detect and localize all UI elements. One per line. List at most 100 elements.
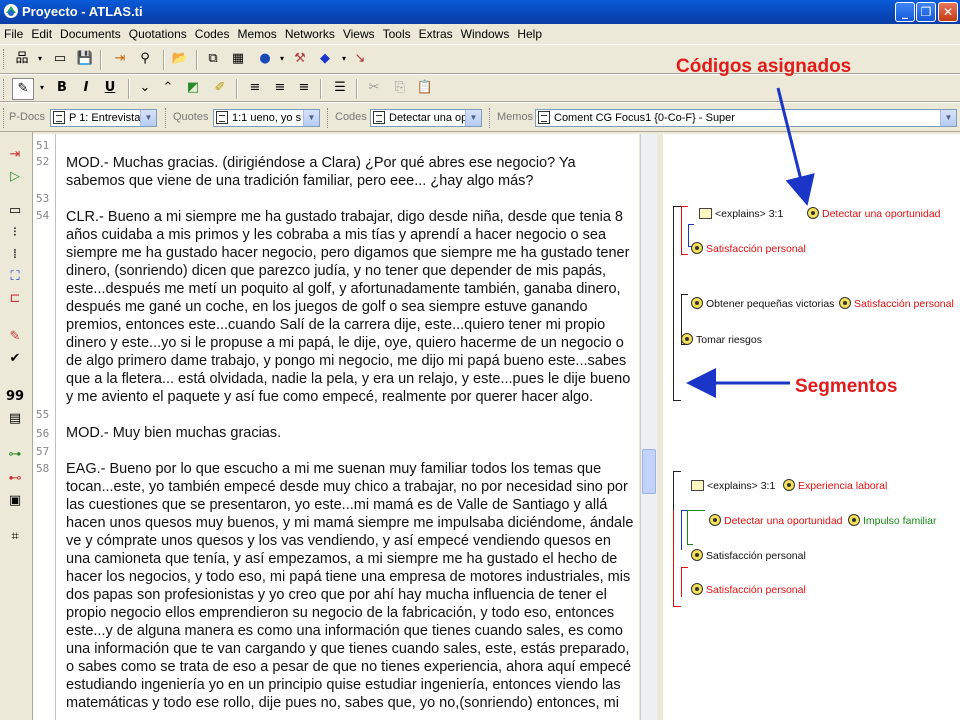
- close-button[interactable]: ✕: [938, 2, 958, 22]
- memo-explains-2[interactable]: <explains> 3:1: [691, 479, 775, 493]
- code-satisfaccion-personal-1[interactable]: Satisfacción personal: [691, 242, 806, 256]
- checkmark-icon[interactable]: ✔: [5, 350, 25, 368]
- menu-networks[interactable]: Networks: [285, 24, 335, 44]
- paragraph-clr[interactable]: CLR.- Bueno a mi siempre me ha gustado t…: [66, 208, 636, 406]
- memo-explains-1[interactable]: <explains> 3:1: [699, 207, 783, 221]
- code-impulso-familiar[interactable]: Impulso familiar: [848, 514, 937, 528]
- open-folder-icon[interactable]: ▭: [50, 49, 70, 69]
- underline-icon[interactable]: U: [100, 78, 120, 98]
- code-tag-icon[interactable]: ▷: [5, 168, 25, 186]
- code-detectar-oportunidad-1[interactable]: Detectar una oportunidad: [807, 207, 941, 221]
- align-center-icon[interactable]: ≡: [270, 78, 290, 98]
- menu-edit[interactable]: Edit: [31, 24, 52, 44]
- menu-file[interactable]: File: [4, 24, 23, 44]
- pen-icon[interactable]: ✎: [12, 78, 34, 100]
- open-icon[interactable]: 📂: [170, 49, 190, 69]
- delete-code-icon[interactable]: ✎: [5, 328, 25, 346]
- dropdown-arrow-icon[interactable]: ▾: [32, 78, 52, 98]
- dropdown-arrow-icon[interactable]: ▾: [272, 49, 292, 69]
- grid-select-icon[interactable]: ⌗: [5, 528, 25, 546]
- quotes-value: 1:1 ueno, yo s: [232, 112, 302, 124]
- network-icon[interactable]: ⛶: [5, 268, 25, 286]
- color-icon[interactable]: ◩: [183, 78, 203, 98]
- menu-help[interactable]: Help: [517, 24, 542, 44]
- document-text-area[interactable]: MOD.- Muchas gracias. (dirigiéndose a Cl…: [56, 134, 639, 720]
- toolbar-grip[interactable]: [3, 49, 7, 69]
- create-quote-icon[interactable]: ⇥: [5, 146, 25, 164]
- segment-bracket-red-inner: [681, 567, 682, 597]
- save-icon[interactable]: 💾: [75, 49, 95, 69]
- highlighter-icon[interactable]: ✐: [210, 78, 230, 98]
- link-code-icon[interactable]: ⊶: [5, 446, 25, 464]
- menu-tools[interactable]: Tools: [383, 24, 411, 44]
- back-arrow-icon[interactable]: ◆: [315, 49, 335, 69]
- document-list-icon[interactable]: ▤: [5, 410, 25, 428]
- menu-quotations[interactable]: Quotations: [129, 24, 187, 44]
- title-bar: Proyecto - ATLAS.ti _ ❐ ✕: [0, 0, 960, 24]
- code-satisfaccion-personal-2[interactable]: Satisfacción personal: [839, 297, 954, 311]
- paragraph-mod-2[interactable]: MOD.- Muy bien muchas gracias.: [66, 424, 636, 442]
- chevron-down-icon[interactable]: ▼: [303, 110, 319, 126]
- code-experiencia-laboral[interactable]: Experiencia laboral: [783, 479, 887, 493]
- vertical-scrollbar[interactable]: [640, 134, 658, 720]
- memos-label: Memos: [497, 111, 534, 123]
- italic-icon[interactable]: I: [76, 78, 96, 98]
- memo-frame-icon[interactable]: ▣: [5, 492, 25, 510]
- menu-extras[interactable]: Extras: [419, 24, 453, 44]
- toolbar-grip[interactable]: [165, 108, 169, 128]
- dropdown-arrow-icon[interactable]: ▾: [30, 49, 50, 69]
- code-detectar-oportunidad-2[interactable]: Detectar una oportunidad: [709, 514, 843, 528]
- memos-dropdown[interactable]: Coment CG Focus1 {0-Co-F} - Super ▼: [535, 109, 957, 127]
- cut-icon[interactable]: ✂: [364, 78, 384, 98]
- menu-memos[interactable]: Memos: [237, 24, 276, 44]
- code-list-icon[interactable]: ⁝: [5, 224, 25, 242]
- maximize-button[interactable]: ❐: [916, 2, 936, 22]
- pdocs-dropdown[interactable]: P 1: Entrevista ▼: [50, 109, 157, 127]
- unlink-code-icon[interactable]: ⊷: [5, 470, 25, 488]
- code-tomar-riesgos[interactable]: Tomar riesgos: [681, 333, 762, 347]
- import-icon[interactable]: ⇥: [110, 49, 130, 69]
- menu-codes[interactable]: Codes: [195, 24, 230, 44]
- code-icon: [691, 297, 703, 309]
- paste-icon[interactable]: 📋: [415, 78, 435, 98]
- toolbar-grip[interactable]: [3, 108, 7, 128]
- toolbar-grip[interactable]: [3, 79, 7, 99]
- code-label: Satisfacción personal: [706, 550, 806, 562]
- bold-icon[interactable]: B: [52, 78, 72, 98]
- quotation-marks-icon[interactable]: 99: [5, 388, 25, 406]
- code-satisfaccion-personal-3[interactable]: Satisfacción personal: [691, 549, 806, 563]
- chevron-down-icon[interactable]: ▼: [140, 110, 156, 126]
- align-right-icon[interactable]: ≡: [294, 78, 314, 98]
- tool-icon[interactable]: ⚒: [290, 49, 310, 69]
- menu-documents[interactable]: Documents: [60, 24, 121, 44]
- codes-dropdown[interactable]: Detectar una op ▼: [370, 109, 482, 127]
- toolbar-grip[interactable]: [489, 108, 493, 128]
- binoculars-icon[interactable]: ⚲: [135, 49, 155, 69]
- chevron-down-icon[interactable]: ⌄: [135, 78, 155, 98]
- chevron-up-icon[interactable]: ⌃: [158, 78, 178, 98]
- align-left-icon[interactable]: ≡: [245, 78, 265, 98]
- bullet-list-icon[interactable]: ☰: [330, 78, 350, 98]
- menu-windows[interactable]: Windows: [461, 24, 510, 44]
- filter-icon[interactable]: ↘: [350, 49, 370, 69]
- hierarchy-icon[interactable]: 品: [12, 49, 32, 69]
- atlas-app-icon: [4, 4, 18, 18]
- code-obtener-victorias[interactable]: Obtener pequeñas victorias: [691, 297, 834, 311]
- link-icon[interactable]: ⊏: [5, 290, 25, 308]
- menu-views[interactable]: Views: [343, 24, 375, 44]
- paragraph-mod-1[interactable]: MOD.- Muchas gracias. (dirigiéndose a Cl…: [66, 154, 636, 190]
- code-tree-icon[interactable]: ⁞: [5, 246, 25, 264]
- copy-doc-icon[interactable]: ⧉: [203, 49, 223, 69]
- paragraph-eag[interactable]: EAG.- Bueno por lo que escucho a mi me s…: [66, 460, 636, 712]
- chevron-down-icon[interactable]: ▼: [465, 110, 481, 126]
- scrollbar-thumb[interactable]: [642, 449, 656, 494]
- minimize-button[interactable]: _: [895, 2, 915, 22]
- toolbar-grip[interactable]: [327, 108, 331, 128]
- segment-bracket-bottom: [673, 400, 681, 401]
- quotes-dropdown[interactable]: 1:1 ueno, yo s ▼: [213, 109, 320, 127]
- copy-icon[interactable]: ⎘: [390, 78, 410, 98]
- rectangle-icon[interactable]: ▭: [5, 202, 25, 220]
- code-satisfaccion-personal-4[interactable]: Satisfacción personal: [691, 583, 806, 597]
- chevron-down-icon[interactable]: ▼: [940, 110, 956, 126]
- table-icon[interactable]: ▦: [228, 49, 248, 69]
